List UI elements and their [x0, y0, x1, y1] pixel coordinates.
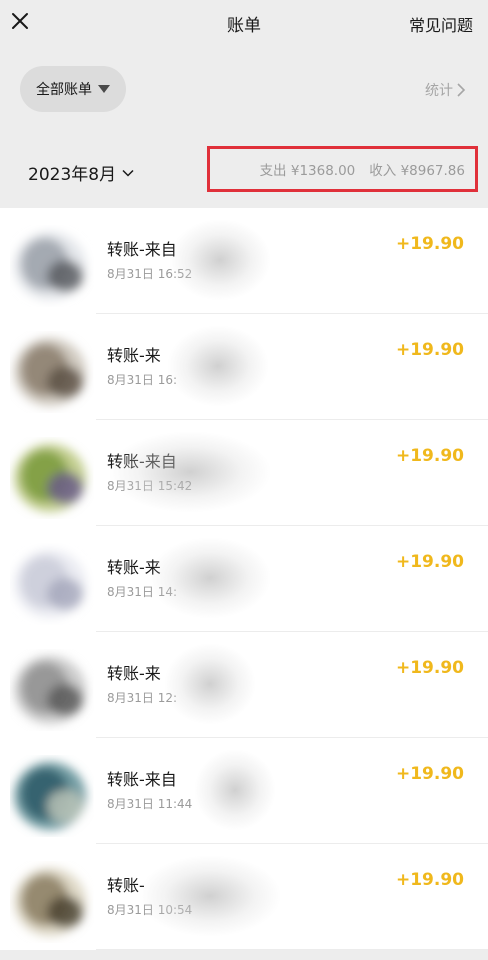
statistics-label: 统计 — [425, 83, 453, 99]
transaction-time: 8月31日 11:44 — [107, 797, 193, 811]
transaction-time: 8月31日 10:54 — [107, 903, 193, 917]
transaction-amount: +19.90 — [395, 552, 464, 572]
month-summary: 支出 ¥1368.00 收入 ¥8967.86 — [207, 146, 478, 192]
transaction-amount: +19.90 — [395, 340, 464, 360]
avatar — [10, 640, 96, 732]
avatar — [10, 322, 96, 414]
transaction-time: 8月31日 16:52 — [107, 267, 193, 281]
transaction-title: 转账-来自 — [107, 452, 177, 471]
privacy-blur — [110, 432, 270, 512]
avatar — [10, 852, 96, 944]
bill-type-filter-button[interactable]: 全部账单 — [20, 66, 126, 112]
transaction-row[interactable]: 转账-来 8月31日 12: +19.90 — [0, 632, 488, 738]
bill-type-filter-label: 全部账单 — [36, 82, 92, 98]
transaction-time: 8月31日 16: — [107, 373, 178, 387]
privacy-blur — [150, 538, 270, 618]
avatar — [10, 428, 96, 520]
faq-link[interactable]: 常见问题 — [409, 12, 473, 36]
privacy-blur — [165, 644, 255, 724]
chevron-down-icon — [122, 169, 134, 177]
transaction-row[interactable]: 转账- 8月31日 10:54 +19.90 — [0, 844, 488, 950]
month-label: 2023年8月 — [28, 165, 117, 185]
transaction-title: 转账-来自 — [107, 240, 177, 259]
transaction-title: 转账-来 — [107, 558, 161, 577]
caret-down-icon — [98, 85, 110, 93]
income-total: 收入 ¥8967.86 — [369, 163, 465, 179]
transaction-row[interactable]: 转账-来 8月31日 14: +19.90 — [0, 526, 488, 632]
statistics-link[interactable]: 统计 — [425, 80, 466, 100]
transaction-row[interactable]: 转账-来自 8月31日 11:44 +19.90 — [0, 738, 488, 844]
expense-total: 支出 ¥1368.00 — [259, 163, 356, 179]
privacy-blur — [140, 856, 280, 936]
avatar — [10, 216, 96, 308]
privacy-blur — [168, 326, 268, 406]
transaction-amount: +19.90 — [395, 870, 464, 890]
chevron-right-icon — [457, 83, 466, 97]
avatar — [10, 746, 96, 838]
transaction-row[interactable]: 转账-来自 8月31日 15:42 +19.90 — [0, 420, 488, 526]
transaction-amount: +19.90 — [395, 764, 464, 784]
month-picker[interactable]: 2023年8月 — [28, 160, 134, 185]
transaction-row[interactable]: 转账-来自 8月31日 16:52 +19.90 — [0, 208, 488, 314]
transaction-title: 转账- — [107, 876, 145, 895]
transaction-amount: +19.90 — [395, 446, 464, 466]
page-title: 账单 — [227, 16, 261, 36]
transaction-amount: +19.90 — [395, 658, 464, 678]
avatar — [10, 534, 96, 626]
top-nav-bar: 账单 常见问题 — [0, 0, 488, 46]
transaction-time: 8月31日 12: — [107, 691, 178, 705]
privacy-blur — [170, 220, 270, 300]
transaction-time: 8月31日 15:42 — [107, 479, 193, 493]
transaction-time: 8月31日 14: — [107, 585, 178, 599]
transaction-row[interactable]: 转账-来 8月31日 16: +19.90 — [0, 314, 488, 420]
privacy-blur — [195, 750, 275, 830]
row-divider — [96, 949, 488, 950]
transaction-title: 转账-来自 — [107, 770, 177, 789]
transaction-amount: +19.90 — [395, 234, 464, 254]
close-icon[interactable] — [8, 9, 32, 33]
transaction-title: 转账-来 — [107, 664, 161, 683]
transaction-list: 转账-来自 8月31日 16:52 +19.90 转账-来 8月31日 16: +19.9… — [0, 208, 488, 950]
filter-bar: 全部账单 统计 — [0, 46, 488, 132]
month-header: 2023年8月 支出 ¥1368.00 收入 ¥8967.86 — [0, 132, 488, 208]
transaction-title: 转账-来 — [107, 346, 161, 365]
